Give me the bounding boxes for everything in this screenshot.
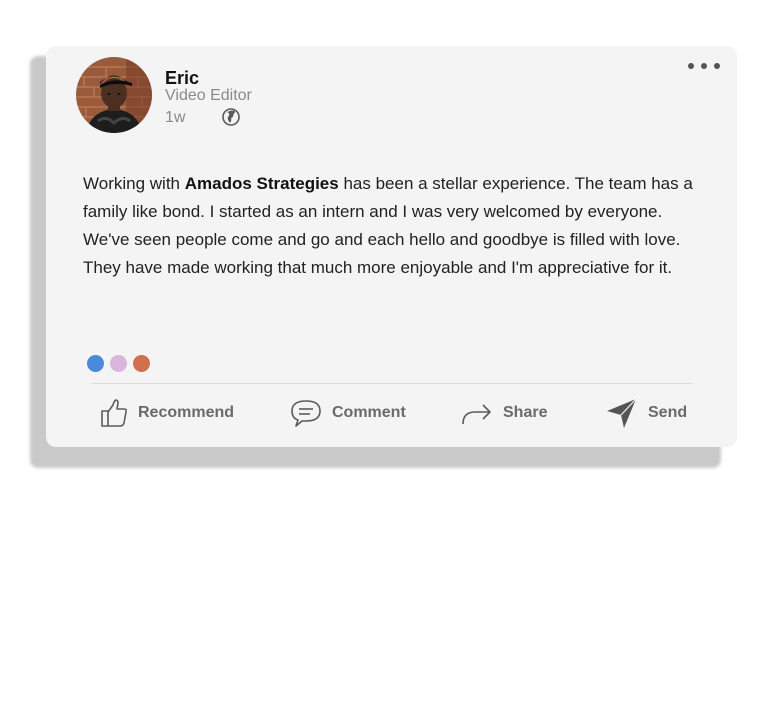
post-card: Eric Video Editor 1w Working with Amados… [46,46,737,447]
avatar[interactable] [76,57,152,133]
recommend-label: Recommend [138,404,235,421]
post-body-text: Working with [83,174,185,193]
more-dot [714,63,720,69]
comment-label: Comment [332,404,406,421]
avatar-photo [76,57,152,133]
send-button[interactable]: Send [606,396,687,430]
author-name[interactable]: Eric [165,68,199,89]
reaction-dot [110,355,127,372]
reaction-dot [87,355,104,372]
divider [92,383,692,384]
page: Eric Video Editor 1w Working with Amados… [0,0,768,719]
more-dot [701,63,707,69]
comment-button[interactable]: Comment [290,396,406,430]
author-role: Video Editor [165,87,252,104]
more-dot [688,63,694,69]
post-age: 1w [165,109,186,126]
more-options-icon[interactable] [688,60,720,72]
globe-icon [222,108,240,126]
send-icon [607,398,637,428]
comment-icon [291,400,321,427]
reactions-summary[interactable] [87,355,150,372]
send-label: Send [648,404,688,421]
share-label: Share [503,404,548,421]
thumbs-up-icon [101,399,128,427]
share-button[interactable]: Share [461,396,547,430]
company-mention[interactable]: Amados Strategies [185,174,339,193]
reaction-dot [133,355,150,372]
post-body: Working with Amados Strategies has been … [83,170,703,282]
share-arrow-icon [462,404,491,425]
recommend-button[interactable]: Recommend [100,396,234,430]
